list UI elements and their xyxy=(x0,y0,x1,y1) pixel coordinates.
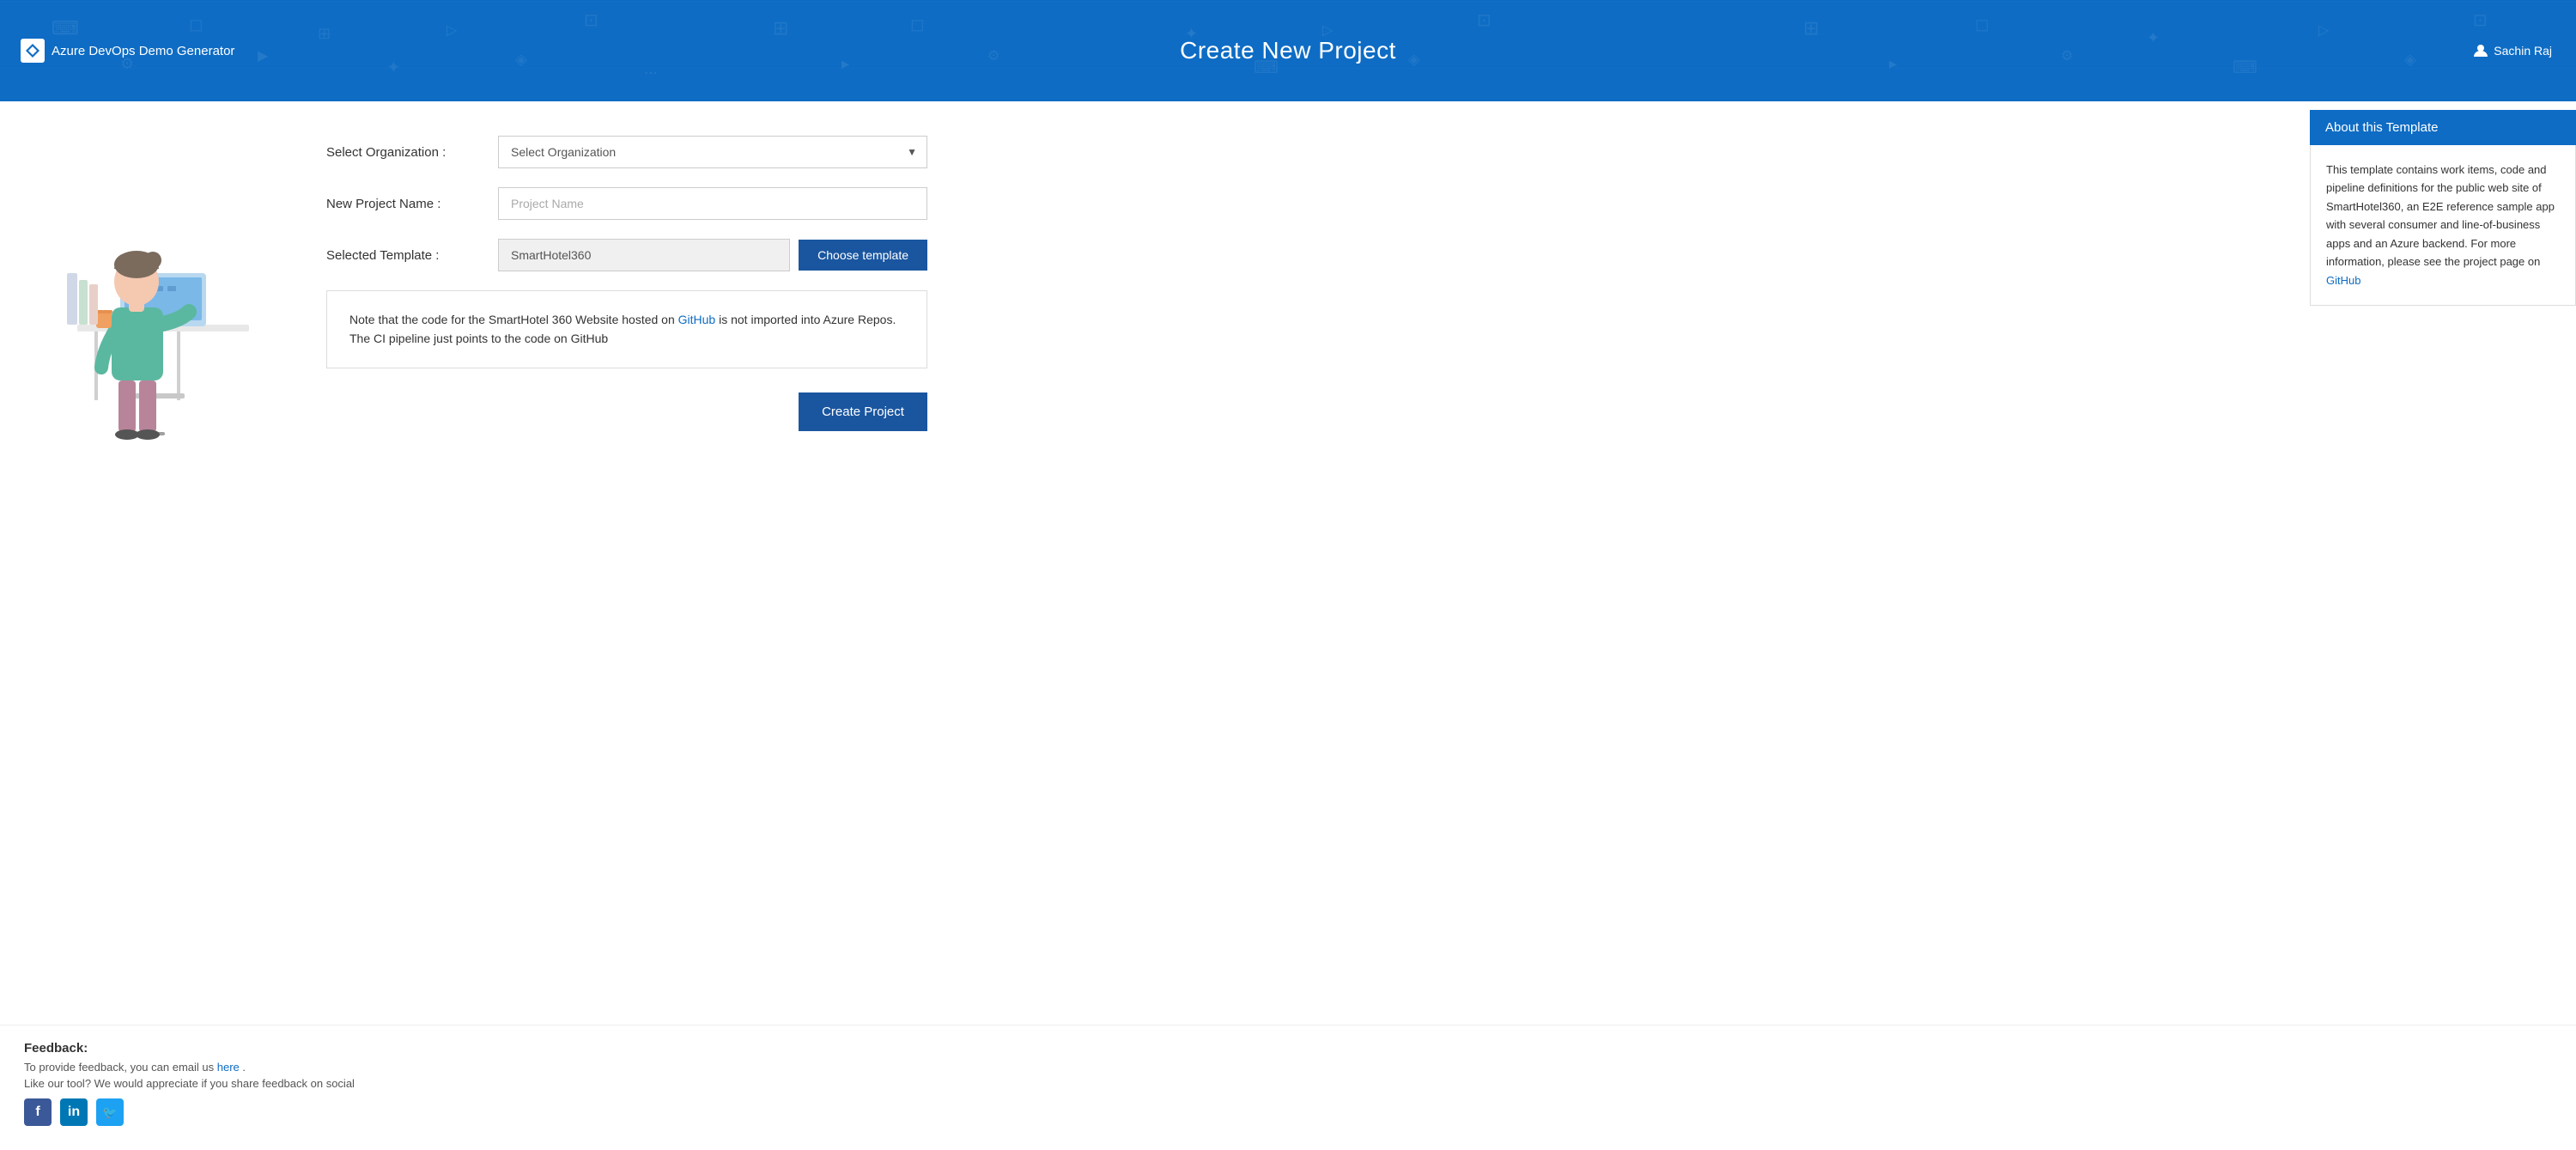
feedback-line1: To provide feedback, you can email us he… xyxy=(24,1061,2552,1074)
template-input-row: Choose template xyxy=(498,239,927,271)
feedback-text-before: To provide feedback, you can email us xyxy=(24,1061,217,1074)
svg-text:⚙: ⚙ xyxy=(987,49,999,64)
about-template-header: About this Template xyxy=(2310,110,2576,145)
feedback-title: Feedback: xyxy=(24,1041,2552,1056)
choose-template-button[interactable]: Choose template xyxy=(799,240,927,271)
app-title: Azure DevOps Demo Generator xyxy=(52,44,234,58)
right-panel: About this Template This template contai… xyxy=(2301,101,2576,1025)
svg-text:⊞: ⊞ xyxy=(1803,17,1819,39)
org-label: Select Organization : xyxy=(326,145,498,160)
svg-text:⊡: ⊡ xyxy=(584,11,598,30)
svg-text:⌨: ⌨ xyxy=(2233,58,2257,77)
svg-text:⊞: ⊞ xyxy=(318,25,331,42)
about-template-body: This template contains work items, code … xyxy=(2310,145,2576,306)
project-name-row: New Project Name : xyxy=(326,187,2250,220)
feedback-text-after: . xyxy=(240,1061,246,1074)
facebook-icon[interactable]: f xyxy=(24,1098,52,1126)
svg-text:◻: ◻ xyxy=(910,15,925,34)
svg-text:✦: ✦ xyxy=(2147,29,2160,46)
template-label: Selected Template : xyxy=(326,248,498,263)
org-select[interactable]: Select Organization xyxy=(498,136,927,168)
template-row: Selected Template : Choose template xyxy=(326,239,2250,271)
info-text-before-link: Note that the code for the SmartHotel 36… xyxy=(349,313,678,326)
svg-text:▸: ▸ xyxy=(841,55,849,72)
svg-text:◈: ◈ xyxy=(2404,51,2416,68)
svg-text:⊡: ⊡ xyxy=(1477,11,1492,30)
project-name-form-control xyxy=(498,187,927,220)
create-project-button[interactable]: Create Project xyxy=(799,392,927,431)
template-input xyxy=(498,239,790,271)
header-logo[interactable]: Azure DevOps Demo Generator xyxy=(21,39,234,63)
org-form-control: Select Organization ▼ xyxy=(498,136,927,168)
feedback-email-link[interactable]: here xyxy=(217,1061,240,1074)
svg-text:◻: ◻ xyxy=(1975,15,1990,34)
org-row: Select Organization : Select Organizatio… xyxy=(326,136,2250,168)
svg-text:◈: ◈ xyxy=(1408,51,1420,68)
username: Sachin Raj xyxy=(2494,44,2552,58)
svg-text:▶: ▶ xyxy=(258,49,269,64)
app-logo-icon xyxy=(21,39,45,63)
illustration xyxy=(26,127,249,453)
svg-text:⚙: ⚙ xyxy=(2061,49,2073,64)
left-panel xyxy=(0,101,275,1025)
linkedin-icon[interactable]: in xyxy=(60,1098,88,1126)
feedback-line2: Like our tool? We would appreciate if yo… xyxy=(24,1077,2552,1090)
github-link-info[interactable]: GitHub xyxy=(678,313,716,326)
twitter-icon[interactable]: 🐦 xyxy=(96,1098,124,1126)
org-select-wrapper: Select Organization ▼ xyxy=(498,136,927,168)
github-link-sidebar[interactable]: GitHub xyxy=(2326,274,2360,287)
project-name-label: New Project Name : xyxy=(326,197,498,211)
svg-text:▷: ▷ xyxy=(2318,23,2330,38)
info-box: Note that the code for the SmartHotel 36… xyxy=(326,290,927,368)
user-icon xyxy=(2473,43,2488,58)
create-btn-wrapper: Create Project xyxy=(326,392,927,431)
svg-text:⌨: ⌨ xyxy=(52,17,79,39)
svg-text:▷: ▷ xyxy=(1322,23,1334,38)
svg-text:◻: ◻ xyxy=(189,15,204,34)
svg-text:▸: ▸ xyxy=(1889,55,1897,72)
svg-text:⋯: ⋯ xyxy=(644,66,658,81)
main-content: Select Organization : Select Organizatio… xyxy=(0,101,2576,1025)
social-icons-row: f in 🐦 xyxy=(24,1098,2552,1126)
about-template-title: About this Template xyxy=(2325,120,2438,135)
header: ⌨ ⚙ ◻ ▶ ⊞ ✦ ▷ ◈ ⊡ ⋯ ⊞ ▸ ◻ ⚙ ✦ ⌨ ▷ ◈ ⊡ ⊞ … xyxy=(0,0,2576,101)
svg-text:⊡: ⊡ xyxy=(2473,11,2488,30)
footer: Feedback: To provide feedback, you can e… xyxy=(0,1025,2576,1150)
svg-text:◈: ◈ xyxy=(515,51,527,68)
svg-text:⊞: ⊞ xyxy=(773,17,788,39)
header-user: Sachin Raj xyxy=(2473,43,2552,58)
svg-text:▷: ▷ xyxy=(447,23,458,38)
about-text: This template contains work items, code … xyxy=(2326,163,2555,268)
project-name-input[interactable] xyxy=(498,187,927,220)
center-panel: Select Organization : Select Organizatio… xyxy=(275,101,2301,1025)
svg-text:✦: ✦ xyxy=(386,58,401,77)
template-form-control: Choose template xyxy=(498,239,927,271)
page-title: Create New Project xyxy=(1180,37,1396,64)
